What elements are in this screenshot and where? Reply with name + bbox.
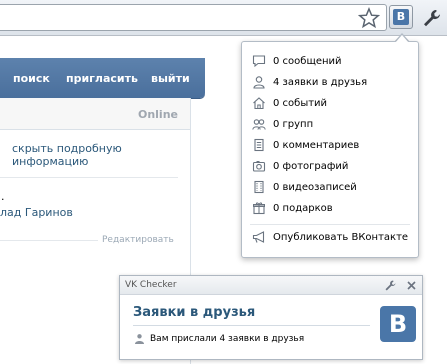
- popup-item-videos[interactable]: 0 видеозаписей: [252, 179, 357, 195]
- user-icon: [135, 334, 144, 344]
- popup-item-label: 0 фотографий: [273, 160, 349, 172]
- publish-label: Опубликовать ВКонтакте: [273, 231, 409, 243]
- popup-item-photos[interactable]: 0 фотографий: [252, 158, 348, 174]
- vk-checker-popup: 0 сообщений 4 заявки в друзья 0 событий …: [241, 41, 419, 258]
- group-icon: [252, 119, 266, 130]
- user-icon: [253, 76, 265, 89]
- home-icon: [253, 97, 265, 110]
- notification-window: VK Checker Заявки в друзья Вам прислали …: [119, 275, 423, 360]
- star-icon[interactable]: [358, 7, 380, 29]
- nav-search-link[interactable]: поиск: [13, 72, 50, 85]
- friend-name-link[interactable]: лад Гаринов: [0, 206, 73, 219]
- popup-item-comments[interactable]: 0 комментариев: [252, 137, 359, 153]
- vk-extension-button[interactable]: B: [389, 5, 413, 29]
- vk-header-bar: поиск пригласить выйти: [0, 58, 205, 98]
- popup-item-label: 0 сообщений: [273, 55, 342, 67]
- message-icon: [252, 55, 266, 68]
- nav-invite-link[interactable]: пригласить: [66, 72, 138, 85]
- info-text: .: [1, 190, 5, 203]
- notification-divider: [133, 325, 370, 326]
- wrench-icon[interactable]: [421, 7, 443, 29]
- popup-item-label: 0 групп: [273, 118, 314, 130]
- popup-item-friend-requests[interactable]: 4 заявки в друзья: [252, 74, 367, 90]
- popup-item-label: 0 подарков: [273, 202, 333, 214]
- popup-item-label: 4 заявки в друзья: [273, 76, 368, 88]
- notification-app-title: VK Checker: [125, 280, 177, 290]
- notification-heading[interactable]: Заявки в друзья: [133, 305, 255, 320]
- popup-item-groups[interactable]: 0 групп: [252, 116, 313, 132]
- vk-logo: B: [380, 306, 416, 342]
- vk-extension-icon: B: [393, 9, 409, 25]
- comment-icon: [254, 138, 264, 152]
- popup-arrow: [395, 35, 409, 43]
- divider: [0, 177, 178, 178]
- gift-icon: [253, 202, 265, 215]
- popup-item-label: 0 видеозаписей: [273, 181, 357, 193]
- browser-toolbar: B: [0, 0, 447, 36]
- notification-message: Вам прислали 4 заявки в друзья: [150, 334, 305, 344]
- popup-item-events[interactable]: 0 событий: [252, 95, 327, 111]
- film-icon: [254, 180, 264, 194]
- camera-icon: [252, 161, 266, 172]
- popup-item-messages[interactable]: 0 сообщений: [252, 53, 342, 69]
- online-status: Online: [137, 108, 178, 121]
- online-bar: Online: [0, 98, 190, 130]
- address-bar[interactable]: [0, 4, 387, 31]
- nav-logout-link[interactable]: выйти: [151, 72, 190, 85]
- divider: [0, 240, 98, 241]
- edit-link[interactable]: Редактировать: [102, 235, 174, 245]
- popup-divider: [250, 224, 410, 225]
- hide-info-link[interactable]: скрыть подробную информацию: [12, 142, 190, 168]
- popup-item-label: 0 комментариев: [273, 139, 360, 151]
- popup-item-gifts[interactable]: 0 подарков: [252, 200, 333, 216]
- publish-to-vk-button[interactable]: Опубликовать ВКонтакте: [252, 229, 408, 245]
- megaphone-icon: [252, 231, 265, 243]
- wrench-icon[interactable]: [384, 279, 397, 292]
- notification-titlebar: VK Checker: [120, 276, 422, 295]
- close-icon[interactable]: [405, 279, 418, 292]
- popup-item-label: 0 событий: [273, 97, 328, 109]
